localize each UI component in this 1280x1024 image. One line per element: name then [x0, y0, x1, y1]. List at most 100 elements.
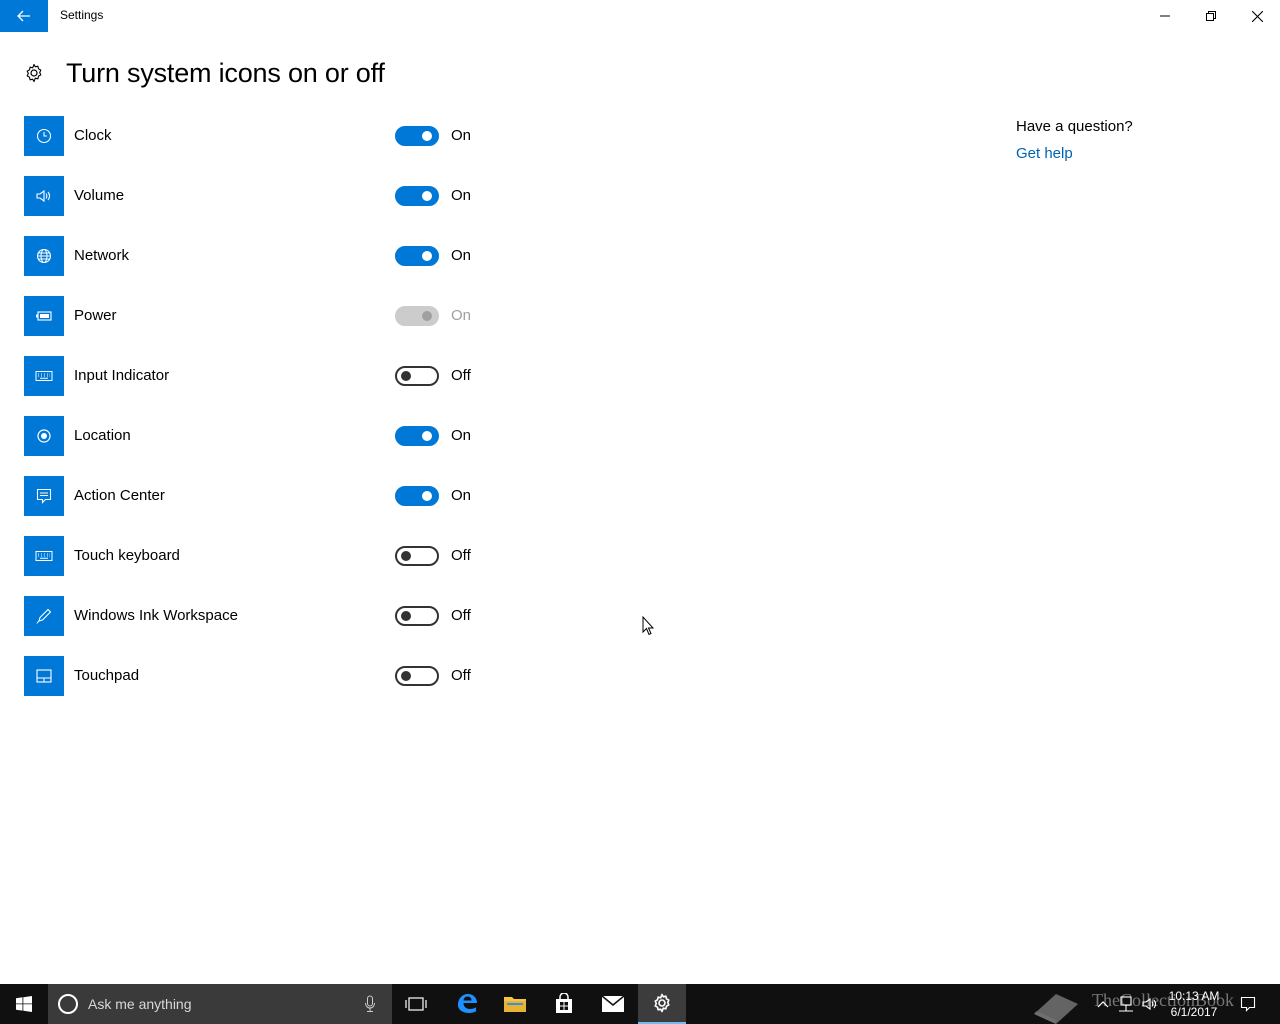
location-icon: [24, 416, 64, 456]
clock-date: 6/1/2017: [1170, 1005, 1218, 1019]
toggle-state-text: On: [451, 427, 472, 444]
network-icon: [1119, 996, 1133, 1012]
toggle-state-text: On: [451, 307, 472, 324]
system-icons-list: Clock On Volume On Network On Power On I…: [24, 116, 494, 716]
taskbar: Ask me anything TheCollectionBook 10:13 …: [0, 984, 1280, 1024]
setting-label: Power: [74, 307, 117, 324]
task-view-button[interactable]: [392, 984, 440, 1024]
setting-row-volume: Volume On: [24, 176, 494, 236]
page-title: Turn system icons on or off: [66, 57, 385, 88]
file-explorer-button[interactable]: [491, 984, 539, 1024]
setting-row-clock: Clock On: [24, 116, 494, 176]
setting-row-windows-ink: Windows Ink Workspace Off: [24, 596, 494, 656]
toggle-state-text: Off: [451, 607, 471, 624]
minimize-icon: [1160, 15, 1170, 17]
edge-button[interactable]: [443, 984, 491, 1024]
window-title: Settings: [60, 8, 104, 22]
volume-toggle[interactable]: [395, 186, 439, 206]
minimize-button[interactable]: [1142, 0, 1188, 32]
touchpad-icon: [24, 656, 64, 696]
setting-label: Touchpad: [74, 667, 140, 684]
network-tray-button[interactable]: [1114, 984, 1138, 1024]
setting-row-action-center: Action Center On: [24, 476, 494, 536]
windows-ink-toggle[interactable]: [395, 606, 439, 626]
edge-icon: [458, 994, 477, 1013]
get-help-link[interactable]: Get help: [1016, 145, 1133, 162]
close-button[interactable]: [1234, 0, 1280, 32]
toggle-state-text: On: [451, 187, 472, 204]
title-bar: Settings: [0, 0, 1280, 32]
toggle-knob: [401, 551, 411, 561]
toggle-knob: [401, 671, 411, 681]
settings-taskbar-button[interactable]: [638, 984, 686, 1024]
toggle-knob: [401, 371, 411, 381]
microphone-icon[interactable]: [364, 995, 376, 1013]
show-hidden-icons-button[interactable]: [1092, 984, 1114, 1024]
action-center-icon: [24, 476, 64, 516]
toggle-state-text: On: [451, 487, 472, 504]
clock-icon: [24, 116, 64, 156]
setting-label: Windows Ink Workspace: [74, 607, 238, 624]
volume-icon: [1142, 997, 1157, 1011]
task-view-icon: [405, 997, 427, 1011]
network-icon: [24, 236, 64, 276]
keyboard-icon: [24, 536, 64, 576]
mail-icon: [601, 995, 625, 1012]
pen-icon: [24, 596, 64, 636]
gear-icon: [654, 993, 670, 1013]
setting-label: Clock: [74, 127, 112, 144]
chevron-up-icon: [1097, 1001, 1109, 1008]
taskbar-clock[interactable]: 10:13 AM 6/1/2017: [1160, 988, 1228, 1020]
back-arrow-icon: [17, 10, 30, 22]
clock-time: 10:13 AM: [1168, 989, 1220, 1003]
setting-label: Volume: [74, 187, 125, 204]
toggle-knob: [422, 131, 432, 141]
toggle-state-text: Off: [451, 547, 471, 564]
settings-window: Settings Turn system icons on or off Clo…: [0, 0, 1280, 1024]
toggle-knob: [401, 611, 411, 621]
toggle-state-text: On: [451, 247, 472, 264]
windows-logo-icon: [16, 996, 32, 1012]
setting-row-network: Network On: [24, 236, 494, 296]
store-icon: [556, 993, 572, 1013]
notification-icon: [1240, 996, 1256, 1012]
action-center-tray-button[interactable]: [1232, 984, 1264, 1024]
setting-row-touchpad: Touchpad Off: [24, 656, 494, 716]
start-button[interactable]: [0, 984, 48, 1024]
setting-label: Input Indicator: [74, 367, 170, 384]
mail-button[interactable]: [589, 984, 637, 1024]
action-center-toggle[interactable]: [395, 486, 439, 506]
setting-label: Location: [74, 427, 131, 444]
toggle-state-text: On: [451, 127, 472, 144]
page-header: Turn system icons on or off: [24, 56, 385, 90]
toggle-knob: [422, 251, 432, 261]
back-button[interactable]: [0, 0, 48, 32]
setting-label: Touch keyboard: [74, 547, 180, 564]
input-indicator-toggle[interactable]: [395, 366, 439, 386]
touchpad-toggle[interactable]: [395, 666, 439, 686]
power-toggle: [395, 306, 439, 326]
toggle-knob: [422, 491, 432, 501]
restore-button[interactable]: [1188, 0, 1234, 32]
toggle-knob: [422, 311, 432, 321]
toggle-knob: [422, 431, 432, 441]
search-placeholder: Ask me anything: [88, 996, 192, 1012]
help-question: Have a question?: [1016, 118, 1133, 135]
restore-icon: [1206, 11, 1216, 21]
help-panel: Have a question? Get help: [1016, 118, 1133, 162]
volume-tray-button[interactable]: [1138, 984, 1162, 1024]
setting-row-location: Location On: [24, 416, 494, 476]
toggle-state-text: Off: [451, 367, 471, 384]
location-toggle[interactable]: [395, 426, 439, 446]
network-toggle[interactable]: [395, 246, 439, 266]
store-button[interactable]: [540, 984, 588, 1024]
setting-row-input-indicator: Input Indicator Off: [24, 356, 494, 416]
setting-row-touch-keyboard: Touch keyboard Off: [24, 536, 494, 596]
toggle-knob: [422, 191, 432, 201]
cortana-icon: [58, 994, 78, 1014]
touch-keyboard-toggle[interactable]: [395, 546, 439, 566]
keyboard-icon: [24, 356, 64, 396]
gear-icon: [26, 63, 42, 83]
clock-toggle[interactable]: [395, 126, 439, 146]
cortana-search-box[interactable]: Ask me anything: [48, 984, 392, 1024]
